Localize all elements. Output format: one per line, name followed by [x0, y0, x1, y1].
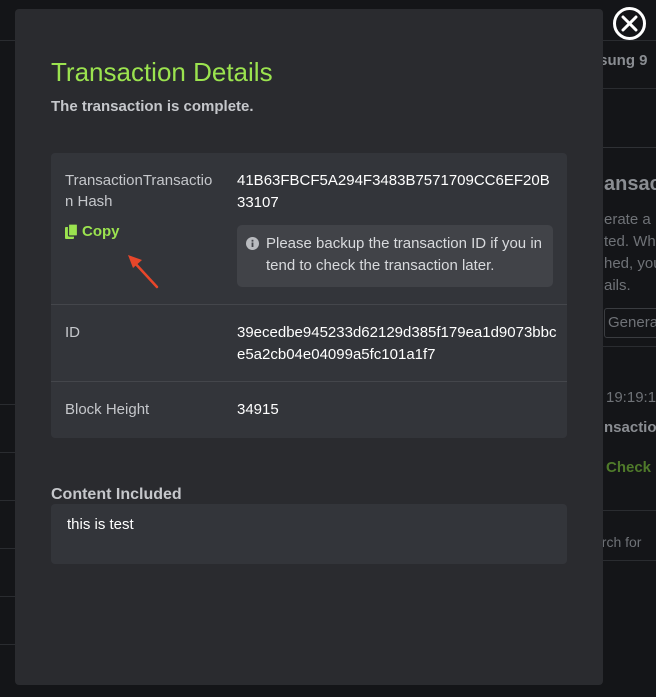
block-height-row: Block Height 34915 — [51, 382, 567, 438]
bg-divider — [603, 40, 656, 41]
bg-divider — [0, 500, 15, 501]
bg-check-link: Check — [606, 459, 652, 476]
bg-divider — [0, 404, 15, 405]
content-included-label: Content Included — [51, 486, 182, 503]
bg-divider — [0, 596, 15, 597]
id-value: 39ecedbe945233d62129d385f179ea1d9073bbce… — [237, 324, 557, 363]
hash-value: 41B63FBCF5A294F3483B7571709CC6EF20B33107 — [237, 172, 550, 211]
close-icon — [621, 15, 638, 32]
content-included-value: this is test — [67, 516, 134, 533]
bg-text-line: ted. Whe — [604, 233, 656, 250]
modal-subtitle: The transaction is complete. — [51, 98, 254, 115]
bg-text-line: ails. — [604, 277, 631, 294]
bg-heading-2: nsactio — [604, 419, 656, 436]
transaction-details-modal: Transaction Details The transaction is c… — [15, 9, 603, 685]
bg-divider — [0, 40, 15, 41]
details-panel: TransactionTransaction Hash Copy 41B63FB… — [51, 153, 567, 438]
bg-divider — [603, 147, 656, 148]
copy-label: Copy — [82, 223, 120, 240]
bg-divider — [603, 560, 656, 561]
block-height-value: 34915 — [237, 401, 279, 418]
notice-text: Please backup the transaction ID if you … — [266, 235, 542, 274]
id-label: ID — [65, 324, 80, 341]
bg-text-line: erate a — [604, 211, 651, 228]
annotation-arrow — [128, 255, 159, 289]
bg-divider — [603, 88, 656, 89]
bg-divider — [603, 346, 656, 347]
bg-heading: ansact — [604, 173, 656, 195]
bg-divider — [0, 548, 15, 549]
id-row: ID 39ecedbe945233d62129d385f179ea1d9073b… — [51, 305, 567, 381]
bg-time: 19:19:1 — [606, 389, 656, 406]
copy-icon — [65, 224, 78, 239]
block-height-label: Block Height — [65, 401, 150, 418]
backup-notice: Please backup the transaction ID if you … — [237, 225, 553, 287]
bg-generate-button: Genera — [604, 308, 656, 338]
bg-divider — [0, 644, 15, 645]
bg-divider — [0, 452, 15, 453]
bg-generate-label: Genera — [608, 314, 656, 331]
content-included-box: this is test — [51, 504, 567, 564]
bg-text-line: hed, you — [604, 255, 656, 272]
info-icon — [246, 237, 259, 250]
modal-title: Transaction Details — [51, 57, 273, 87]
hash-label: TransactionTransaction Hash — [65, 172, 213, 210]
close-button[interactable] — [613, 7, 646, 40]
bg-divider — [603, 510, 656, 511]
copy-button[interactable]: Copy — [65, 223, 120, 240]
